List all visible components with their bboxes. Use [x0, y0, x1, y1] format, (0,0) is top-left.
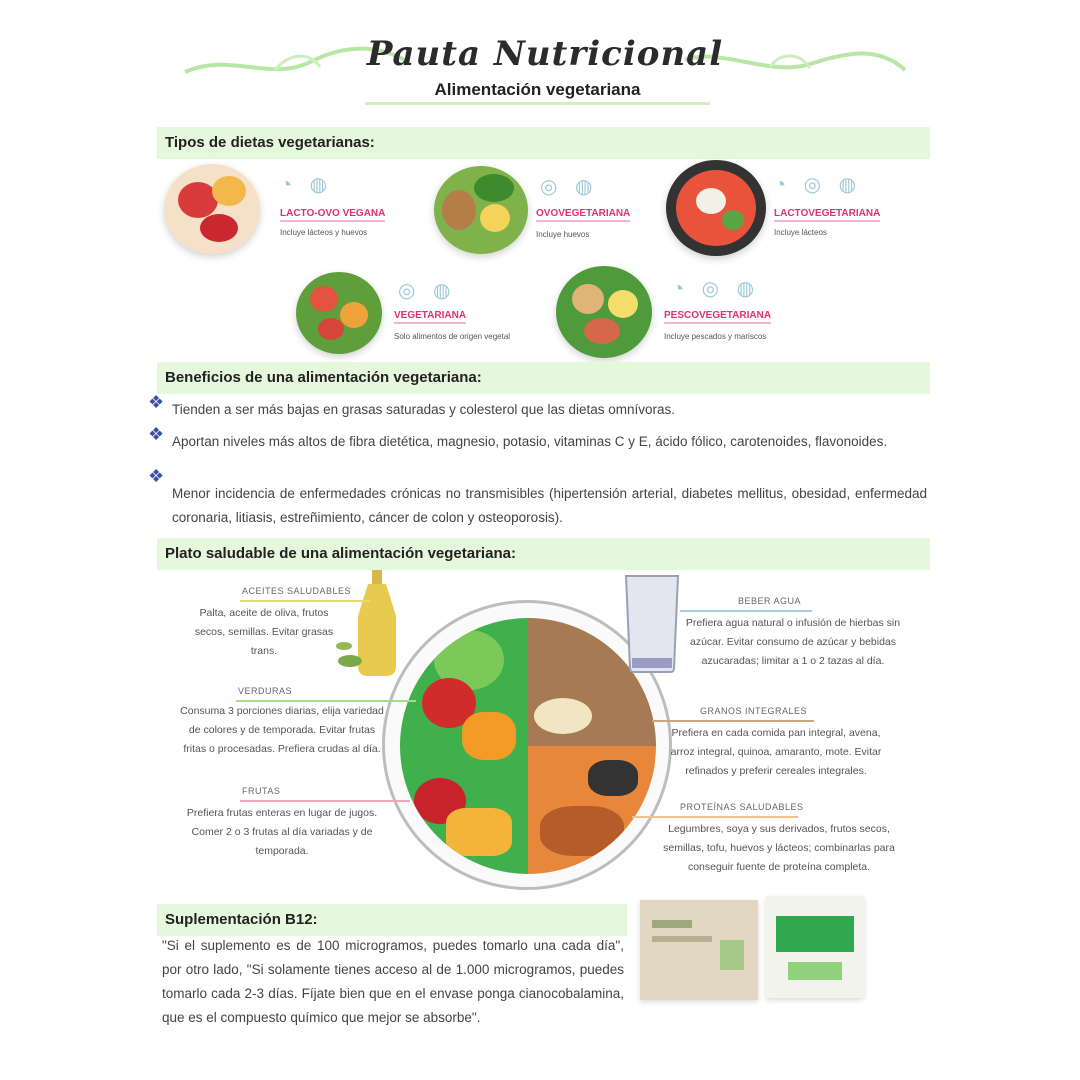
benefit-item: Tienden a ser más bajas en grasas satura… — [172, 402, 676, 417]
supplement-package-image — [766, 896, 864, 998]
oils-connector — [240, 600, 370, 602]
food-icons: ◔ ◎ ◍ — [672, 278, 761, 300]
food-bowl-image — [556, 266, 652, 358]
diet-description: Incluye lácteos y huevos — [280, 228, 368, 237]
fruits-note: Prefiera frutas enteras en lugar de jugo… — [186, 807, 378, 857]
proteins-label: PROTEÍNAS SALUDABLES — [680, 802, 804, 812]
diet-name: LACTOVEGETARIANA — [774, 208, 881, 222]
food-bowl-image — [164, 164, 260, 254]
section-title-plate: Plato saludable de una alimentación vege… — [157, 538, 930, 570]
grains-label: GRANOS INTEGRALES — [700, 706, 808, 716]
vegetables-label: VERDURAS — [238, 686, 293, 696]
water-glass-icon — [624, 575, 680, 673]
page-title: Pauta Nutricional — [366, 34, 724, 74]
grains-note: Prefiera en cada comida pan integral, av… — [670, 727, 882, 777]
vegetables-note: Consuma 3 porciones diarias, elija varie… — [180, 705, 384, 755]
section-title-supplement: Suplementación B12: — [157, 904, 627, 936]
benefit-item: Menor incidencia de enfermedades crónica… — [172, 486, 927, 525]
food-bowl-image — [296, 272, 382, 354]
diet-description: Incluye huevos — [536, 230, 590, 239]
food-icons: ◔ ◍ — [280, 174, 334, 196]
diet-name: LACTO-OVO VEGANA — [280, 208, 386, 222]
water-label: BEBER AGUA — [738, 596, 802, 606]
food-bowl-image — [434, 166, 528, 254]
water-connector — [680, 610, 812, 612]
food-bowl-image — [666, 160, 766, 256]
diet-name: VEGETARIANA — [394, 310, 467, 324]
proteins-note: Legumbres, soya y sus derivados, frutos … — [663, 823, 895, 873]
bullet-icon: ❖ — [148, 466, 165, 486]
header: Pauta Nutricional Alimentación vegetaria… — [160, 28, 930, 108]
olive-oil-bottle-icon — [336, 570, 396, 676]
proteins-connector — [632, 816, 798, 818]
page: Pauta Nutricional Alimentación vegetaria… — [0, 0, 1080, 1080]
supplement-box-image — [640, 900, 758, 1000]
diet-description: Incluye lácteos — [774, 228, 827, 237]
supplement-text: "Si el suplemento es de 100 microgramos,… — [162, 938, 624, 1025]
diet-name: PESCOVEGETARIANA — [664, 310, 772, 324]
benefit-item: Aportan niveles más altos de fibra dieté… — [172, 434, 888, 449]
oils-label: ACEITES SALUDABLES — [242, 586, 352, 596]
fruits-connector — [240, 800, 410, 802]
bullet-icon: ❖ — [148, 424, 165, 444]
diet-name: OVOVEGETARIANA — [536, 208, 631, 222]
diet-description: Incluye pescados y mariscos — [664, 332, 767, 341]
grains-connector — [652, 720, 814, 722]
page-subtitle: Alimentación vegetariana — [365, 80, 710, 105]
oils-note: Palta, aceite de oliva, frutos secos, se… — [194, 607, 334, 657]
fruits-label: FRUTAS — [242, 786, 281, 796]
bullet-icon: ❖ — [148, 392, 165, 412]
food-icons: ◎ ◍ — [398, 280, 457, 302]
food-icons: ◔ ◎ ◍ — [774, 174, 863, 196]
plate-image — [400, 618, 656, 874]
food-icons: ◎ ◍ — [540, 176, 599, 198]
section-title-types: Tipos de dietas vegetarianas: — [157, 127, 930, 159]
water-note: Prefiera agua natural o infusión de hier… — [685, 617, 901, 667]
diet-description: Solo alimentos de origen vegetal — [394, 332, 511, 341]
section-title-benefits: Beneficios de una alimentación vegetaria… — [157, 362, 930, 394]
